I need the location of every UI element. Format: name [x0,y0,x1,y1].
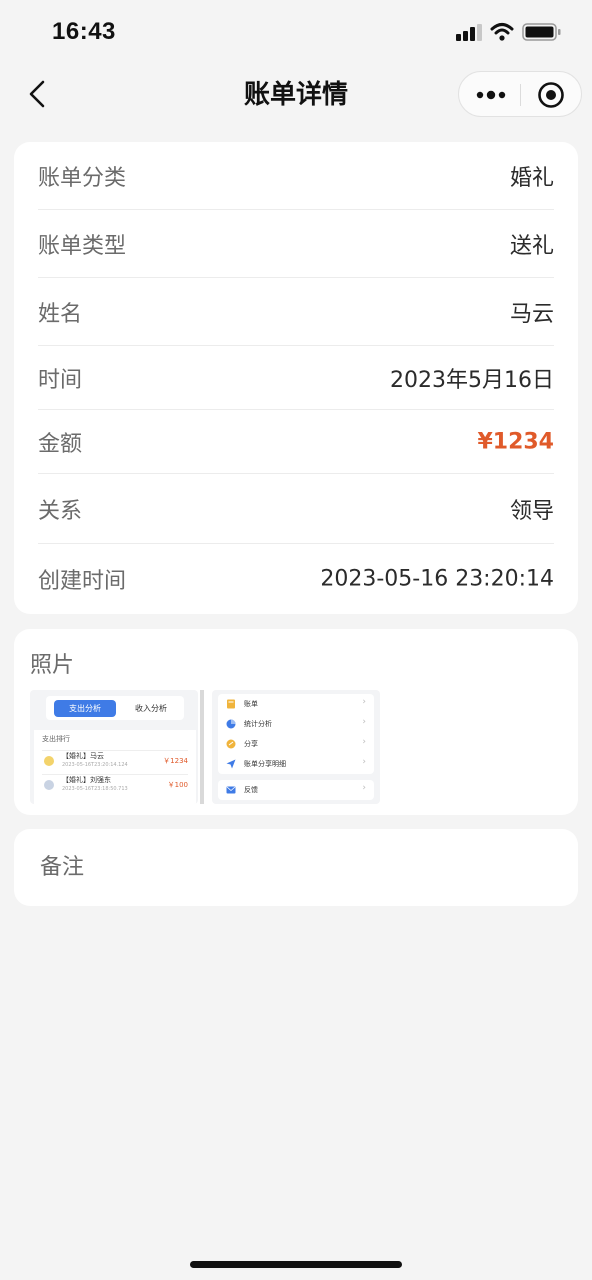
detail-label: 时间 [38,367,83,393]
notes-title: 备注 [40,855,85,880]
status-time: 16:43 [52,18,116,45]
menu-item-label: 账单分享明细 [244,760,286,768]
chevron-right-icon: › [362,783,366,793]
wifi-icon [490,23,514,41]
notes-card: 备注 [14,829,578,906]
send-icon [226,759,236,769]
menu-group: 账单 › 统计分析 › 分享 › 账单分享明细 › [218,694,374,774]
ranking-item-name: 【婚礼】刘强东 [62,776,111,784]
chevron-right-icon: › [362,717,366,727]
ranking-title: 支出排行 [42,735,70,743]
ranking-item-date: 2023-05-16T23:18:50.713 [62,786,128,792]
bill-details-card: 账单分类 婚礼 账单类型 送礼 姓名 马云 时间 2023年5月16日 金额 ¥… [14,142,578,614]
detail-row-type: 账单类型 送礼 [38,210,554,278]
detail-label: 金额 [38,431,83,457]
battery-icon [522,23,561,41]
nav-bar: 账单详情 [0,62,592,126]
ranking-item: 【婚礼】刘强东 2023-05-16T23:18:50.713 ￥100 [42,774,188,796]
coin-icon [44,780,54,790]
menu-item-share-detail: 账单分享明细 › [218,754,374,774]
capsule-divider [520,84,521,106]
detail-row-category: 账单分类 婚礼 [38,142,554,210]
photo-thumbnail-analysis[interactable]: 支出分析 收入分析 支出排行 【婚礼】马云 2023-05-16T23:20:1… [30,690,198,804]
ranking-item: 【婚礼】马云 2023-05-16T23:20:14.124 ￥1234 [42,750,188,772]
menu-group: 反馈 › [218,780,374,800]
detail-label: 关系 [38,498,83,524]
menu-item-label: 分享 [244,740,258,748]
tab-income-analysis: 收入分析 [135,704,167,713]
detail-value: 马云 [509,301,554,327]
pie-chart-icon [226,719,236,729]
photos-card: 照片 支出分析 收入分析 支出排行 【婚礼】马云 2023-05-16T23:2… [14,629,578,815]
chevron-right-icon: › [362,737,366,747]
menu-item-stats: 统计分析 › [218,714,374,734]
tab-expense-analysis: 支出分析 [54,700,116,717]
home-indicator [190,1261,402,1268]
amount-value: ¥1234 [477,429,554,454]
mail-icon [226,786,236,794]
detail-value: 2023-05-16 23:20:14 [320,566,554,592]
menu-item-label: 反馈 [244,786,258,794]
chevron-right-icon: › [362,757,366,767]
status-bar: 16:43 [0,0,592,62]
detail-label: 创建时间 [38,569,127,594]
share-icon [226,739,236,749]
coin-icon [44,756,54,766]
detail-label: 账单分类 [38,165,127,191]
thumbnail-divider [200,690,204,804]
photo-thumbnail-menu[interactable]: 账单 › 统计分析 › 分享 › 账单分享明细 › 反馈 › [212,690,380,804]
ranking-item-name: 【婚礼】马云 [62,752,104,760]
more-dots-icon[interactable] [475,85,507,105]
photos-title: 照片 [30,653,75,678]
ranking-item-amount: ￥1234 [163,757,188,765]
chevron-right-icon: › [362,697,366,707]
segment-control: 支出分析 收入分析 [46,696,184,720]
book-icon [227,699,235,709]
detail-value: 婚礼 [509,165,554,191]
menu-item-share: 分享 › [218,734,374,754]
detail-value: 领导 [509,498,554,524]
detail-value: 送礼 [509,233,554,259]
detail-label: 账单类型 [38,233,127,259]
target-circle-icon[interactable] [537,81,565,109]
ranking-panel: 支出排行 【婚礼】马云 2023-05-16T23:20:14.124 ￥123… [34,730,196,804]
detail-label: 姓名 [38,301,83,327]
menu-item-bill: 账单 › [218,694,374,714]
menu-item-label: 统计分析 [244,720,272,728]
detail-row-created: 创建时间 2023-05-16 23:20:14 [38,544,554,614]
menu-item-feedback: 反馈 › [218,780,374,800]
detail-row-amount: 金额 ¥1234 [38,410,554,474]
detail-row-relation: 关系 领导 [38,474,554,544]
mini-program-capsule [458,71,582,117]
signal-icon [456,24,482,41]
ranking-item-amount: ￥100 [167,781,188,789]
detail-row-name: 姓名 马云 [38,278,554,346]
detail-row-date: 时间 2023年5月16日 [38,346,554,410]
ranking-item-date: 2023-05-16T23:20:14.124 [62,762,128,768]
detail-value: 2023年5月16日 [390,367,554,393]
menu-item-label: 账单 [244,700,258,708]
